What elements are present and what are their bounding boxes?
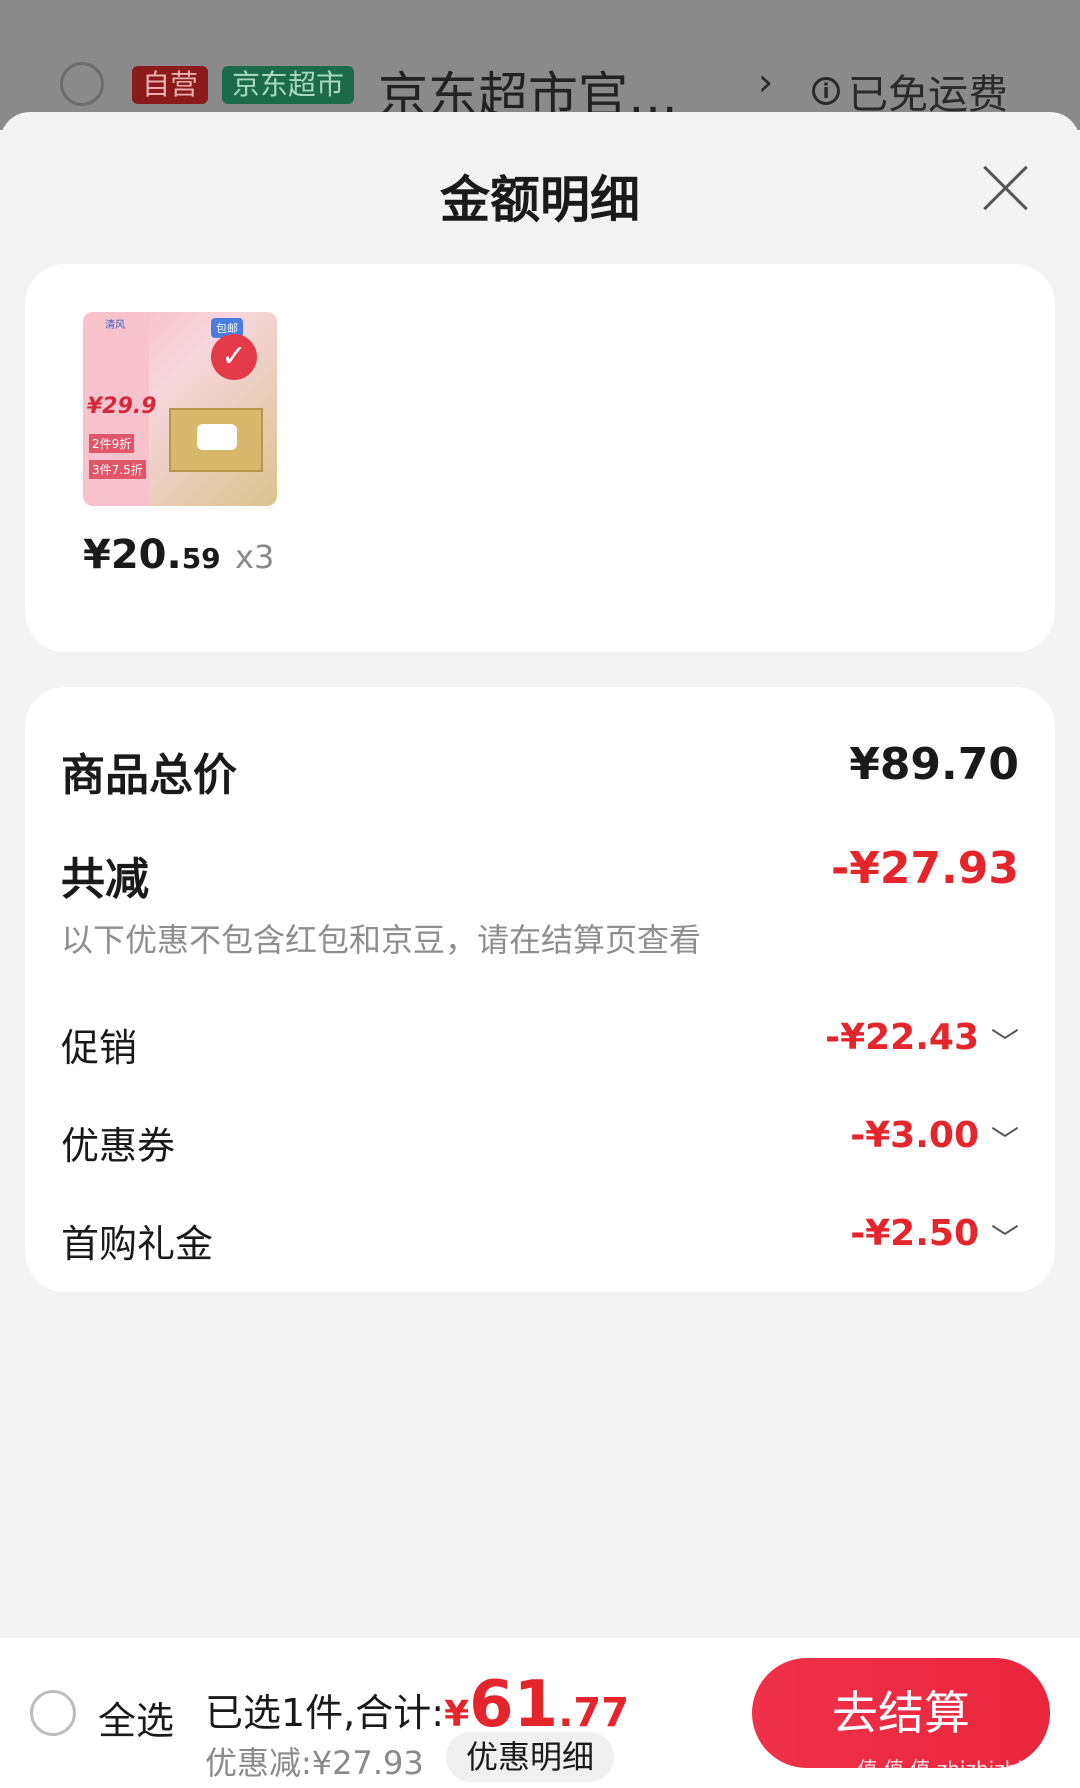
- chevron-down-icon[interactable]: ﹀: [991, 1021, 1019, 1061]
- selected-count-text: 已选1件,合计:: [205, 1691, 445, 1735]
- chevron-down-icon[interactable]: ﹀: [991, 1119, 1019, 1159]
- store-select-radio[interactable]: [60, 62, 104, 106]
- store-header: 自营 京东超市 京东超市官… › i 已免运费: [0, 0, 1080, 130]
- coupon-value: -¥3.00: [850, 1115, 979, 1156]
- promotion-value: -¥22.43: [825, 1017, 979, 1058]
- reduce-value: -¥27.93: [830, 843, 1019, 894]
- reduce-label: 共减: [61, 854, 149, 905]
- product-thumbnail[interactable]: 清风 ¥29.9 2件9折 3件7.5折 包邮 ✓: [83, 312, 277, 506]
- check-icon: ✓: [211, 334, 257, 380]
- amount-detail-sheet: 金额明细 清风 ¥29.9 2件9折 3件7.5折 包邮 ✓ ¥20.59 x3…: [0, 112, 1080, 1788]
- thumb-promo-2: 3件7.5折: [89, 460, 146, 479]
- tissue-image: [197, 424, 237, 450]
- unit-price: ¥20.59: [83, 532, 221, 578]
- sheet-title: 金额明细: [440, 171, 640, 229]
- coupon-row[interactable]: 优惠券 -¥3.00 ﹀: [61, 1115, 1019, 1175]
- discount-detail-button[interactable]: 优惠明细: [446, 1732, 615, 1782]
- info-icon: i: [812, 77, 840, 105]
- grand-total-int: 61: [469, 1668, 559, 1742]
- first-purchase-gift-row[interactable]: 首购礼金 -¥2.50 ﹀: [61, 1213, 1019, 1273]
- checkout-bar: 全选 已选1件,合计:¥61.77 优惠减:¥27.93 优惠明细 去结算 值 …: [0, 1638, 1080, 1788]
- first-purchase-gift-label: 首购礼金: [61, 1222, 214, 1266]
- chevron-right-icon[interactable]: ›: [758, 60, 773, 104]
- grand-total-currency: ¥: [444, 1694, 470, 1735]
- promotion-label: 促销: [61, 1026, 138, 1070]
- select-all-label[interactable]: 全选: [98, 1690, 174, 1745]
- unit-price-int: ¥20.: [83, 532, 182, 578]
- coupon-label: 优惠券: [61, 1124, 176, 1168]
- promotion-row[interactable]: 促销 -¥22.43 ﹀: [61, 1017, 1019, 1077]
- discount-total: 优惠减:¥27.93: [205, 1744, 424, 1782]
- close-icon[interactable]: [980, 162, 1030, 212]
- grand-total: ¥61.77: [444, 1668, 630, 1742]
- total-value: ¥89.70: [849, 739, 1019, 790]
- unit-price-dec: 59: [181, 542, 221, 575]
- jd-supermarket-tag: 京东超市: [222, 66, 355, 104]
- watermark: 值 值 值 zhizhizhi.com: [857, 1757, 1072, 1781]
- select-all-radio[interactable]: [30, 1690, 76, 1736]
- total-label: 商品总价: [61, 750, 237, 801]
- grand-total-dec: .77: [558, 1690, 630, 1736]
- checkout-button[interactable]: 去结算: [752, 1658, 1050, 1768]
- thumb-price: ¥29.9: [87, 394, 157, 419]
- thumb-brand: 清风: [105, 320, 125, 331]
- thumb-promo-1: 2件9折: [89, 434, 135, 453]
- discount-note: 以下优惠不包含红包和京豆，请在结算页查看: [61, 921, 702, 959]
- product-card: 清风 ¥29.9 2件9折 3件7.5折 包邮 ✓ ¥20.59 x3: [25, 264, 1055, 652]
- chevron-down-icon[interactable]: ﹀: [991, 1217, 1019, 1257]
- price-summary-card: 商品总价 ¥89.70 共减 -¥27.93 以下优惠不包含红包和京豆，请在结算…: [25, 687, 1055, 1292]
- total-line: 已选1件,合计:¥61.77: [205, 1668, 629, 1742]
- quantity: x3: [235, 538, 275, 576]
- self-operated-tag: 自营: [132, 66, 209, 104]
- first-purchase-gift-value: -¥2.50: [850, 1213, 979, 1254]
